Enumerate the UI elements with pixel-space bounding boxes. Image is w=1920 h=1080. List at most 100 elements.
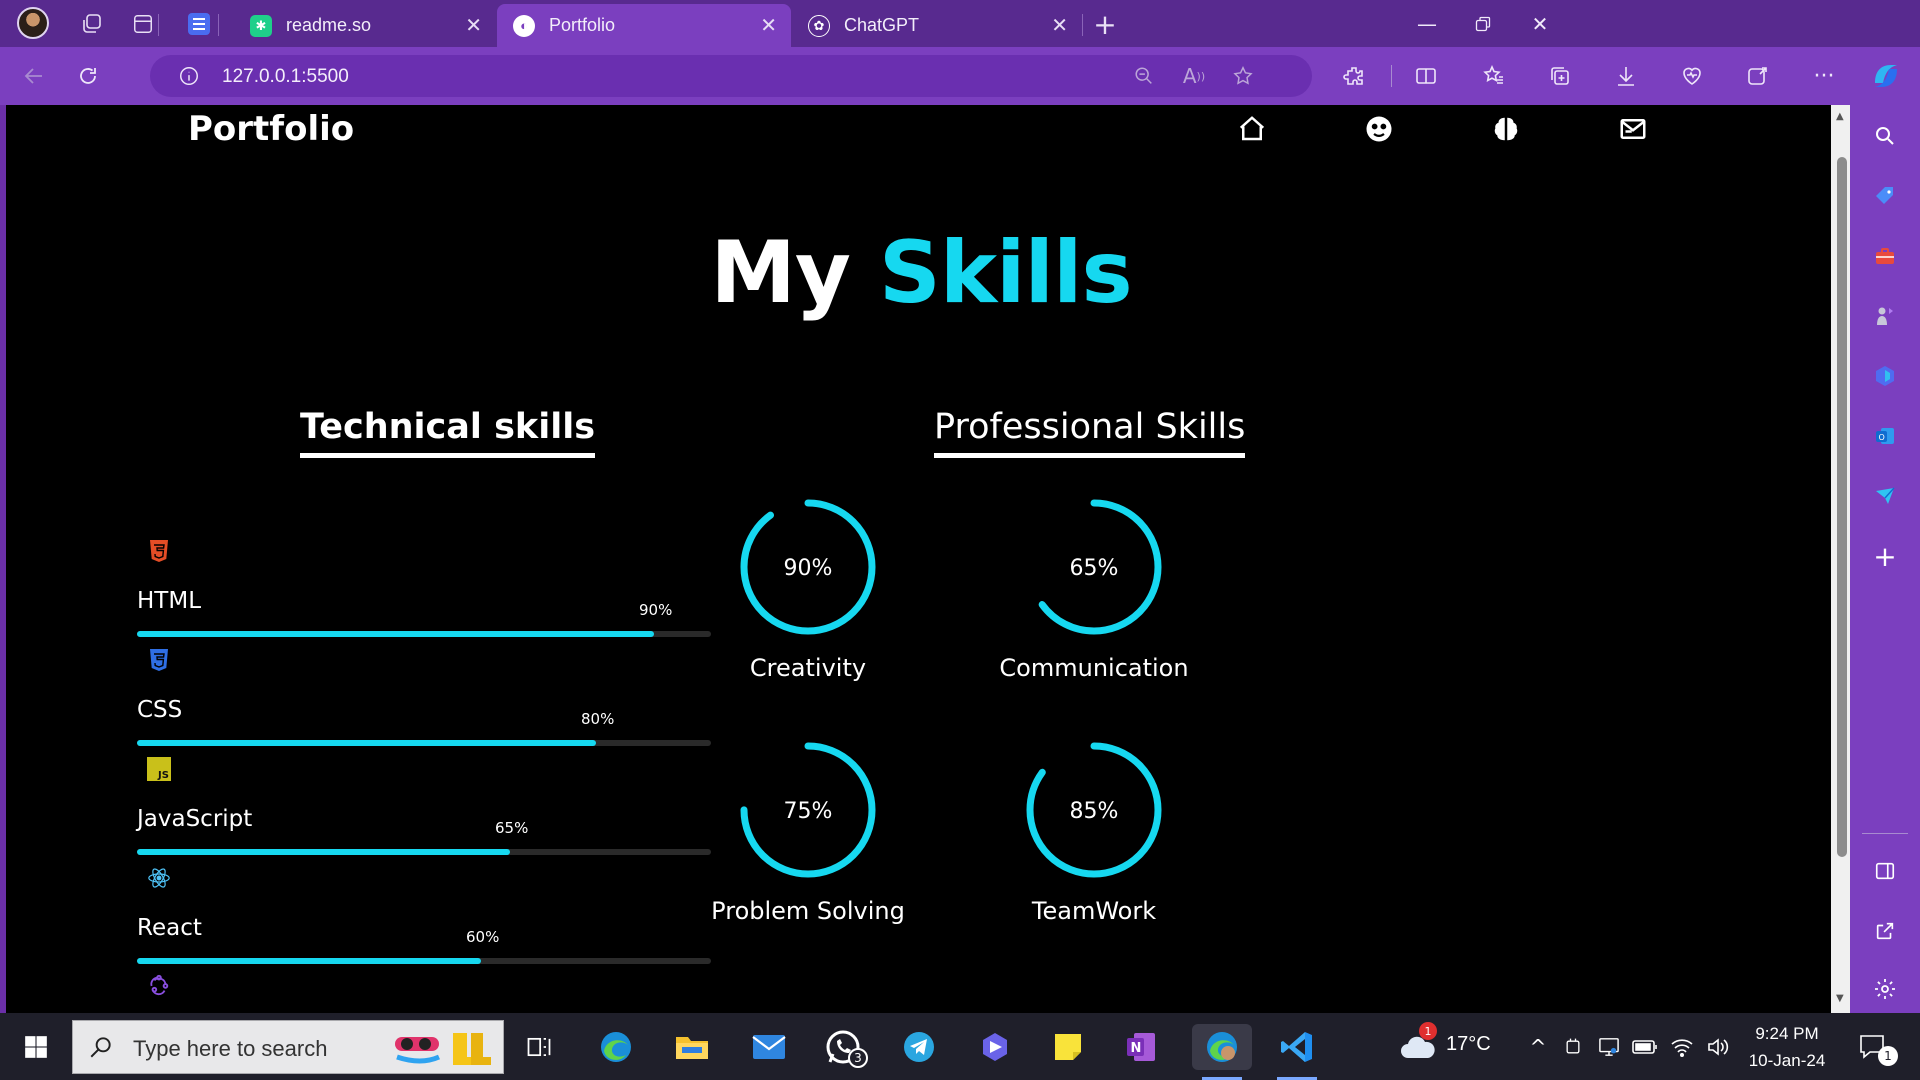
copilot-app-icon[interactable] [972, 1024, 1018, 1070]
settings-gear-icon[interactable] [1867, 971, 1903, 1007]
tools-briefcase-icon[interactable] [1867, 238, 1903, 274]
extensions-icon[interactable] [1336, 58, 1372, 94]
notification-count: 1 [1878, 1046, 1898, 1066]
search-placeholder[interactable]: Type here to search [133, 1036, 327, 1062]
face-icon[interactable] [1361, 111, 1397, 147]
weather-cloud-icon[interactable]: 1 [1395, 1022, 1441, 1070]
close-tab-icon[interactable]: ✕ [760, 13, 777, 38]
react-icon [147, 866, 171, 890]
svg-text:N: N [1131, 1041, 1142, 1056]
tech-skill-percent: 90% [639, 601, 673, 619]
scroll-down-icon[interactable]: ▼ [1836, 993, 1844, 1004]
portfolio-favicon: ◐ [513, 14, 535, 37]
taskbar-search-box[interactable]: Type here to search [72, 1020, 504, 1074]
tab-portfolio[interactable]: ◐ Portfolio ✕ [497, 4, 791, 47]
scroll-thumb[interactable] [1837, 157, 1847, 857]
sticky-notes-icon[interactable] [1045, 1024, 1091, 1070]
outlook-icon[interactable]: O [1867, 418, 1903, 454]
whatsapp-badge: 3 [848, 1048, 868, 1068]
tech-skill-name: React [137, 915, 202, 941]
open-external-icon[interactable] [1867, 913, 1903, 949]
svg-text:O: O [1879, 433, 1885, 442]
weather-temperature[interactable]: 17°C [1446, 1033, 1491, 1056]
address-bar[interactable]: 127.0.0.1:5500 A)) [150, 55, 1312, 97]
clock-date[interactable]: 10-Jan-24 [1744, 1051, 1830, 1071]
home-icon[interactable] [1234, 111, 1270, 147]
tech-skill-name: JavaScript [137, 806, 253, 832]
search-icon[interactable] [1867, 118, 1903, 154]
downloads-icon[interactable] [1608, 58, 1644, 94]
meet-now-icon[interactable] [1555, 1024, 1591, 1070]
skill-progress-track [137, 849, 711, 855]
skill-progress-fill [137, 631, 654, 637]
tab-chatgpt[interactable]: ✿ ChatGPT ✕ [792, 4, 1082, 47]
close-tab-icon[interactable]: ✕ [1051, 13, 1068, 38]
hide-sidebar-icon[interactable] [1867, 853, 1903, 889]
favorite-star-icon[interactable] [1228, 61, 1258, 91]
docs-tab-icon[interactable] [183, 8, 215, 40]
collections-icon[interactable] [1542, 58, 1578, 94]
edge-profile-taskbar-icon[interactable] [1192, 1024, 1252, 1080]
web-capture-icon[interactable] [1740, 58, 1776, 94]
wifi-icon[interactable] [1664, 1024, 1700, 1070]
drop-send-icon[interactable] [1867, 478, 1903, 514]
split-screen-icon[interactable] [1408, 58, 1444, 94]
url-text[interactable]: 127.0.0.1:5500 [222, 66, 349, 88]
scroll-up-icon[interactable]: ▲ [1836, 111, 1844, 122]
back-icon[interactable] [16, 58, 52, 94]
task-view-icon[interactable] [516, 1024, 562, 1070]
site-info-icon[interactable] [174, 61, 204, 91]
tab-title: Portfolio [549, 15, 616, 35]
copilot-icon[interactable] [1868, 58, 1904, 94]
new-tab-icon[interactable]: + [1089, 8, 1121, 41]
technical-skills-title: Technical skills [300, 407, 596, 447]
clock-time[interactable]: 9:24 PM [1752, 1024, 1822, 1044]
zoom-out-icon[interactable] [1129, 61, 1159, 91]
more-options-icon[interactable]: ··· [1806, 58, 1842, 94]
tech-skill-percent: 60% [466, 928, 500, 946]
telegram-icon[interactable] [896, 1024, 942, 1070]
css3-icon [147, 648, 171, 672]
read-aloud-icon[interactable]: A)) [1179, 61, 1209, 91]
shopping-tag-icon[interactable] [1867, 178, 1903, 214]
tab-title: readme.so [286, 15, 372, 35]
onenote-icon[interactable]: N [1118, 1024, 1164, 1070]
screen-share-icon[interactable] [1591, 1024, 1627, 1070]
file-explorer-icon[interactable] [669, 1024, 715, 1070]
windows-start-icon[interactable] [13, 1024, 59, 1070]
games-icon[interactable] [1867, 298, 1903, 334]
skill-progress-track [137, 631, 711, 637]
edge-sidebar: O + [1850, 105, 1920, 1013]
edge-taskbar-icon[interactable] [593, 1024, 639, 1070]
skill-progress-fill [137, 849, 510, 855]
add-sidebar-app-icon[interactable]: + [1867, 538, 1903, 574]
refresh-icon[interactable] [70, 58, 106, 94]
browser-essentials-icon[interactable] [1674, 58, 1710, 94]
close-tab-icon[interactable]: ✕ [465, 13, 482, 38]
page-title: My Skills [6, 223, 1835, 323]
microsoft-365-icon[interactable] [1867, 358, 1903, 394]
site-brand[interactable]: Portfolio [188, 109, 354, 149]
skill-ring-percent: 90% [784, 556, 833, 581]
professional-skill-name: Problem Solving [711, 897, 905, 925]
browser-toolbar: 127.0.0.1:5500 A)) ··· [0, 47, 1920, 105]
mail-app-icon[interactable] [746, 1024, 792, 1070]
profile-avatar[interactable] [17, 7, 49, 39]
vscode-icon[interactable] [1269, 1024, 1325, 1080]
minimize-icon[interactable]: — [1407, 8, 1447, 40]
close-window-icon[interactable]: ✕ [1520, 8, 1560, 40]
notifications-icon[interactable]: 1 [1850, 1024, 1898, 1070]
tab-readme[interactable]: ✱ readme.so ✕ [234, 4, 496, 47]
redux-icon [147, 973, 171, 997]
page-viewport: Portfolio My Skills Technical skills Pro… [6, 105, 1835, 1013]
brain-icon[interactable] [1488, 111, 1524, 147]
javascript-icon: JS [147, 757, 171, 781]
whatsapp-icon[interactable]: 3 [820, 1024, 868, 1070]
mail-icon[interactable] [1615, 111, 1651, 147]
tab-actions-icon[interactable] [127, 8, 159, 40]
workspaces-icon[interactable] [76, 8, 108, 40]
favorites-icon[interactable] [1476, 58, 1512, 94]
volume-icon[interactable] [1700, 1024, 1736, 1070]
battery-icon[interactable] [1627, 1024, 1663, 1070]
restore-icon[interactable] [1463, 8, 1503, 40]
